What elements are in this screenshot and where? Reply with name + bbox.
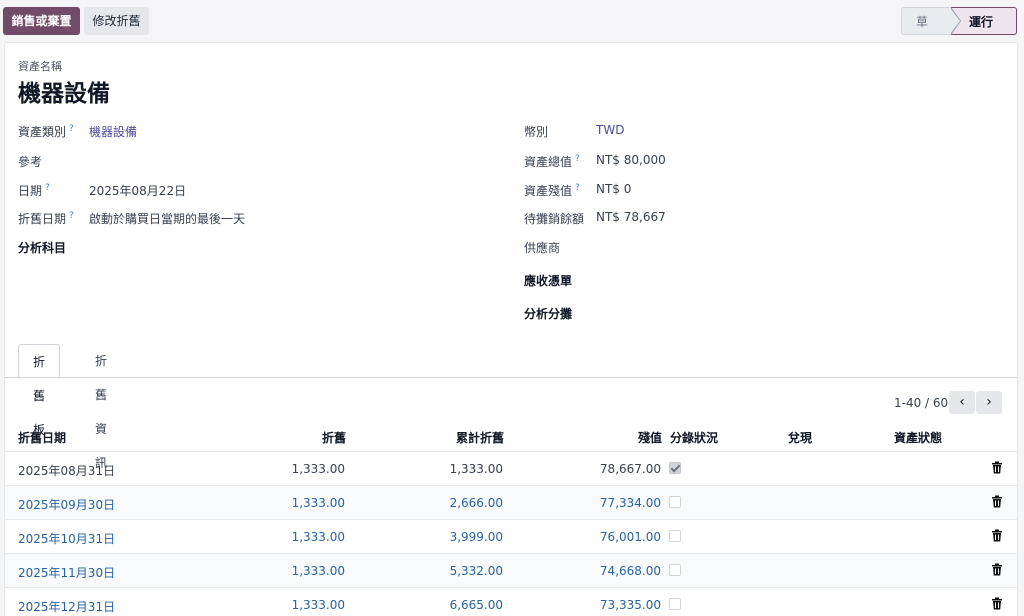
trash-icon[interactable] xyxy=(991,495,1003,508)
row-cumulative: 5,332.00 xyxy=(449,564,503,578)
column-header-residual[interactable]: 殘值 xyxy=(638,429,662,446)
residual-value-label: 待攤銷餘額 xyxy=(524,212,585,226)
column-header-depreciation[interactable]: 折舊 xyxy=(322,429,346,446)
help-icon[interactable]: ? xyxy=(69,124,74,134)
gross-value-label: 資產總值? xyxy=(524,154,580,169)
row-residual: 77,334.00 xyxy=(599,496,661,510)
tab-depreciation-board[interactable]: 折舊板 xyxy=(18,344,61,437)
salvage-value-label: 資產殘值? xyxy=(524,183,580,198)
salvage-value-field[interactable]: NT$ 0 xyxy=(596,182,631,196)
status-bar: 草稿 運行中 xyxy=(901,7,1017,57)
row-residual: 78,667.00 xyxy=(599,462,661,476)
bills-label: 應收憑單 xyxy=(524,274,573,288)
depreciation-date-field[interactable]: 啟動於購買日當期的最後一天 xyxy=(89,210,245,227)
table-row[interactable]: 2025年11月30日 1,333.00 5,332.00 74,668.00 xyxy=(5,553,1017,587)
row-depreciation: 1,333.00 xyxy=(291,598,345,612)
row-residual: 73,335.00 xyxy=(599,598,661,612)
status-draft[interactable]: 草稿 xyxy=(901,7,961,57)
row-cumulative: 3,999.00 xyxy=(449,530,503,544)
table-row[interactable]: 2025年10月31日 1,333.00 3,999.00 76,001.00 xyxy=(5,519,1017,553)
row-posted-checkbox[interactable] xyxy=(669,530,681,542)
row-posted-checkbox[interactable] xyxy=(669,598,681,610)
row-posted-checkbox[interactable] xyxy=(669,462,681,474)
status-arrow xyxy=(950,7,961,35)
row-depreciation: 1,333.00 xyxy=(291,462,345,476)
trash-icon[interactable] xyxy=(991,461,1003,474)
control-panel: 銷售或棄置 修改折舊 草稿 運行中 xyxy=(0,0,1024,57)
currency-field[interactable]: TWD xyxy=(596,123,624,137)
row-date: 2025年10月31日 xyxy=(18,532,116,546)
column-header-asset-status[interactable]: 資產狀態 xyxy=(894,429,942,446)
currency-label: 幣別 xyxy=(524,125,549,139)
row-depreciation: 1,333.00 xyxy=(291,530,345,544)
depreciation-date-label: 折舊日期? xyxy=(18,211,74,226)
row-posted-checkbox[interactable] xyxy=(669,496,681,508)
trash-icon[interactable] xyxy=(991,563,1003,576)
row-depreciation: 1,333.00 xyxy=(291,564,345,578)
reference-label: 參考 xyxy=(18,155,43,169)
pager-prev-button[interactable]: ‹ xyxy=(949,391,975,414)
date-field[interactable]: 2025年08月22日 xyxy=(89,182,186,199)
sell-dispose-button[interactable]: 銷售或棄置 xyxy=(3,7,80,35)
table-row[interactable]: 2025年08月31日 1,333.00 1,333.00 78,667.00 xyxy=(5,451,1017,485)
tab-depreciation-info[interactable]: 折舊資訊 xyxy=(81,344,121,470)
row-cumulative: 1,333.00 xyxy=(449,462,503,476)
category-field[interactable]: 機器設備 xyxy=(89,123,137,140)
row-date: 2025年12月31日 xyxy=(18,600,116,614)
row-cumulative: 6,665.00 xyxy=(449,598,503,612)
help-icon[interactable]: ? xyxy=(69,211,74,221)
help-icon[interactable]: ? xyxy=(575,183,580,193)
form-sheet: 資產名稱 機器設備 資產類別? 機器設備 參考 日期? 2025年08月22日 … xyxy=(4,42,1018,616)
pager-next-button[interactable]: › xyxy=(976,391,1002,414)
column-header-date[interactable]: 折舊日期 xyxy=(18,429,66,446)
asset-name-label: 資產名稱 xyxy=(18,60,62,73)
trash-icon[interactable] xyxy=(991,529,1003,542)
help-icon[interactable]: ? xyxy=(575,154,580,164)
column-header-realized[interactable]: 兌現 xyxy=(788,429,812,446)
analytic-account-label: 分析科目 xyxy=(18,241,67,255)
row-residual: 74,668.00 xyxy=(599,564,661,578)
help-icon[interactable]: ? xyxy=(45,183,50,193)
column-header-entry-status[interactable]: 分錄狀況 xyxy=(670,429,718,446)
tab-divider xyxy=(5,377,1017,378)
pager-value[interactable]: 1-40 / 60 xyxy=(894,396,948,410)
analytic-distribution-label: 分析分攤 xyxy=(524,307,573,321)
trash-icon[interactable] xyxy=(991,597,1003,610)
row-depreciation: 1,333.00 xyxy=(291,496,345,510)
row-date: 2025年11月30日 xyxy=(18,566,116,580)
table-row[interactable]: 2025年09月30日 1,333.00 2,666.00 77,334.00 xyxy=(5,485,1017,519)
modify-depreciation-button[interactable]: 修改折舊 xyxy=(84,7,149,35)
residual-value-field: NT$ 78,667 xyxy=(596,210,666,224)
date-label: 日期? xyxy=(18,183,50,198)
row-cumulative: 2,666.00 xyxy=(449,496,503,510)
asset-name-field[interactable]: 機器設備 xyxy=(18,74,110,108)
row-posted-checkbox[interactable] xyxy=(669,564,681,576)
reference-field[interactable] xyxy=(89,153,389,169)
category-label: 資產類別? xyxy=(18,124,74,139)
vendor-label: 供應商 xyxy=(524,241,561,255)
table-row[interactable]: 2025年12月31日 1,333.00 6,665.00 73,335.00 xyxy=(5,587,1017,616)
column-header-cumulative[interactable]: 累計折舊 xyxy=(456,429,504,446)
row-residual: 76,001.00 xyxy=(599,530,661,544)
row-date: 2025年09月30日 xyxy=(18,498,116,512)
row-date: 2025年08月31日 xyxy=(18,464,116,478)
gross-value-field[interactable]: NT$ 80,000 xyxy=(596,153,666,167)
